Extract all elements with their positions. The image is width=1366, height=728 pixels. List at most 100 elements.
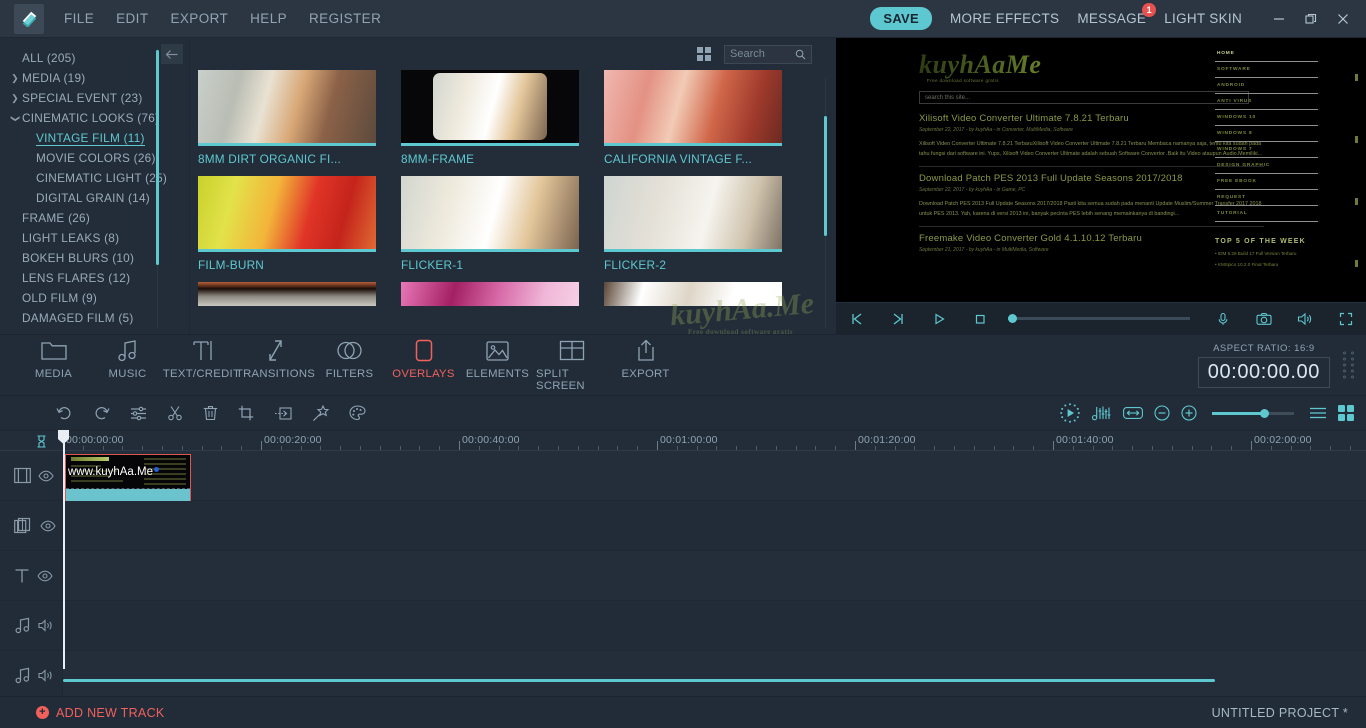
effect-thumbnail-cell[interactable]: CALIFORNIA VINTAGE F... (604, 70, 782, 166)
zoom-in-icon[interactable] (1181, 405, 1197, 421)
tab-transitions[interactable]: TRANSITIONS (236, 339, 315, 392)
trash-icon[interactable] (203, 405, 218, 421)
export-frame-icon[interactable] (274, 406, 292, 421)
restore-icon[interactable] (1296, 6, 1326, 32)
tab-overlays[interactable]: OVERLAYS (388, 339, 459, 392)
effect-thumbnail-image[interactable] (604, 282, 782, 306)
seek-bar[interactable] (1000, 314, 1202, 323)
color-palette-icon[interactable] (349, 405, 366, 421)
site-nav-item[interactable]: WINDOWS 8 (1215, 126, 1318, 142)
text-track-icon[interactable] (14, 568, 30, 584)
redo-icon[interactable] (93, 406, 110, 421)
effect-thumbnail-image[interactable] (401, 282, 579, 306)
site-nav-item[interactable]: SOFTWARE (1215, 62, 1318, 78)
tab-media[interactable]: MEDIA (18, 339, 89, 392)
eye-icon[interactable] (38, 470, 54, 482)
undo-icon[interactable] (56, 406, 73, 421)
menu-edit[interactable]: EDIT (116, 11, 148, 26)
render-preview-icon[interactable] (1059, 402, 1081, 424)
chevron-right-icon[interactable]: ❯ (8, 93, 22, 104)
marker-icon[interactable] (36, 435, 47, 451)
overlay-track-icon[interactable] (14, 517, 33, 534)
fullscreen-icon[interactable] (1325, 303, 1366, 335)
site-nav-item[interactable]: REQUEST (1215, 190, 1318, 206)
preview-video[interactable]: kuyhAaMe Free download software gratis s… (836, 38, 1366, 302)
tab-filters[interactable]: FILTERS (314, 339, 385, 392)
eye-icon[interactable] (40, 520, 56, 532)
site-nav-item[interactable]: FREE EBOOK (1215, 174, 1318, 190)
chevron-right-icon[interactable]: ❯ (8, 73, 22, 84)
tab-music[interactable]: MUSIC (92, 339, 163, 392)
adjust-sliders-icon[interactable] (130, 406, 147, 421)
drag-handle-dots[interactable] (1343, 351, 1356, 379)
light-skin-button[interactable]: LIGHT SKIN (1164, 11, 1242, 26)
audio-track-icon[interactable] (14, 667, 31, 684)
effect-thumbnail-cell[interactable] (198, 282, 376, 306)
site-nav-item[interactable]: TUTORIAL (1215, 206, 1318, 222)
zoom-slider-knob[interactable] (1260, 408, 1269, 418)
search-box[interactable] (724, 44, 812, 64)
article-title[interactable]: Download Patch PES 2013 Full Update Seas… (919, 173, 1264, 184)
tree-item-old-film[interactable]: OLD FILM (9) (0, 288, 189, 308)
tree-item-light-leaks[interactable]: LIGHT LEAKS (8) (0, 228, 189, 248)
effect-thumbnail-image[interactable] (401, 70, 579, 143)
minimize-icon[interactable] (1264, 6, 1294, 32)
track-lane[interactable] (63, 651, 1366, 700)
effect-thumbnail-image[interactable] (401, 176, 579, 249)
fit-timeline-icon[interactable] (1123, 406, 1143, 420)
tree-item-cinematic-light[interactable]: CINEMATIC LIGHT (25) (0, 168, 189, 188)
app-logo-icon[interactable] (14, 3, 44, 34)
tree-item-frame[interactable]: FRAME (26) (0, 208, 189, 228)
track-lane[interactable] (63, 551, 1366, 600)
site-nav-item[interactable]: ANDROID (1215, 78, 1318, 94)
grid-layout-icon[interactable] (1338, 405, 1354, 421)
skip-previous-icon[interactable] (836, 303, 877, 335)
playhead[interactable] (58, 430, 69, 669)
timeline-track[interactable] (0, 551, 1366, 601)
timeline-zoom-slider[interactable] (1212, 408, 1294, 418)
timeline-track[interactable]: www.kuyhAa.Me (0, 451, 1366, 512)
effect-thumbnail-image[interactable] (604, 70, 782, 143)
timeline-track[interactable] (0, 651, 1366, 701)
video-track-icon[interactable] (14, 467, 31, 484)
audio-mixer-icon[interactable] (1092, 405, 1112, 421)
speaker-icon[interactable] (38, 619, 54, 632)
camera-icon[interactable] (1243, 303, 1284, 335)
magic-wand-icon[interactable] (312, 404, 329, 422)
add-new-track-button[interactable]: + ADD NEW TRACK (36, 706, 165, 720)
skip-next-icon[interactable] (877, 303, 918, 335)
top5-item[interactable]: • KMSpico 10.2.0 Final Terbaru (1215, 262, 1318, 267)
article-title[interactable]: Freemake Video Converter Gold 4.1.10.12 … (919, 233, 1264, 244)
zoom-out-icon[interactable] (1154, 405, 1170, 421)
timeline-horizontal-scrollbar[interactable] (63, 679, 1215, 682)
library-scrollbar-thumb[interactable] (156, 50, 159, 265)
tab-text-credit[interactable]: TEXT/CREDIT (163, 339, 240, 392)
menu-export[interactable]: EXPORT (170, 11, 228, 26)
seek-knob[interactable] (1008, 314, 1017, 323)
stop-icon[interactable] (959, 303, 1000, 335)
effect-thumbnail-cell[interactable]: FLICKER-1 (401, 176, 579, 272)
tree-item-special-event[interactable]: ❯ SPECIAL EVENT (23) (0, 88, 189, 108)
save-button[interactable]: SAVE (870, 7, 932, 30)
effect-thumbnail-image[interactable] (198, 176, 376, 249)
play-icon[interactable] (918, 303, 959, 335)
tree-item-lens-flares[interactable]: LENS FLARES (12) (0, 268, 189, 288)
crop-icon[interactable] (238, 405, 254, 421)
site-nav-item[interactable]: ANTI VIRUS (1215, 94, 1318, 110)
effect-thumbnail-cell[interactable]: FILM-BURN (198, 176, 376, 272)
list-view-icon[interactable] (1309, 406, 1327, 420)
menu-file[interactable]: FILE (64, 11, 94, 26)
track-lane[interactable]: www.kuyhAa.Me (63, 451, 1366, 512)
track-lane[interactable] (63, 601, 1366, 650)
top5-item[interactable]: • IDM 6.28 Build 17 Full Version Terbaru (1215, 251, 1318, 256)
timeline-ruler[interactable]: 00:00:00:00 00:00:20:00 00:00:40:00 00:01:0… (0, 430, 1366, 453)
audio-track-icon[interactable] (14, 617, 31, 634)
effect-thumbnail-cell[interactable]: 8MM DIRT ORGANIC FI... (198, 70, 376, 166)
scissors-icon[interactable] (167, 405, 183, 421)
site-nav-item[interactable]: WINDOWS 7 (1215, 142, 1318, 158)
tab-elements[interactable]: ELEMENTS (462, 339, 533, 392)
speaker-icon[interactable] (38, 669, 54, 682)
track-lane[interactable] (63, 501, 1366, 550)
site-nav-item[interactable]: WINDOWS 10 (1215, 110, 1318, 126)
tree-item-cinematic-looks[interactable]: ❮ CINEMATIC LOOKS (76) (0, 108, 189, 128)
